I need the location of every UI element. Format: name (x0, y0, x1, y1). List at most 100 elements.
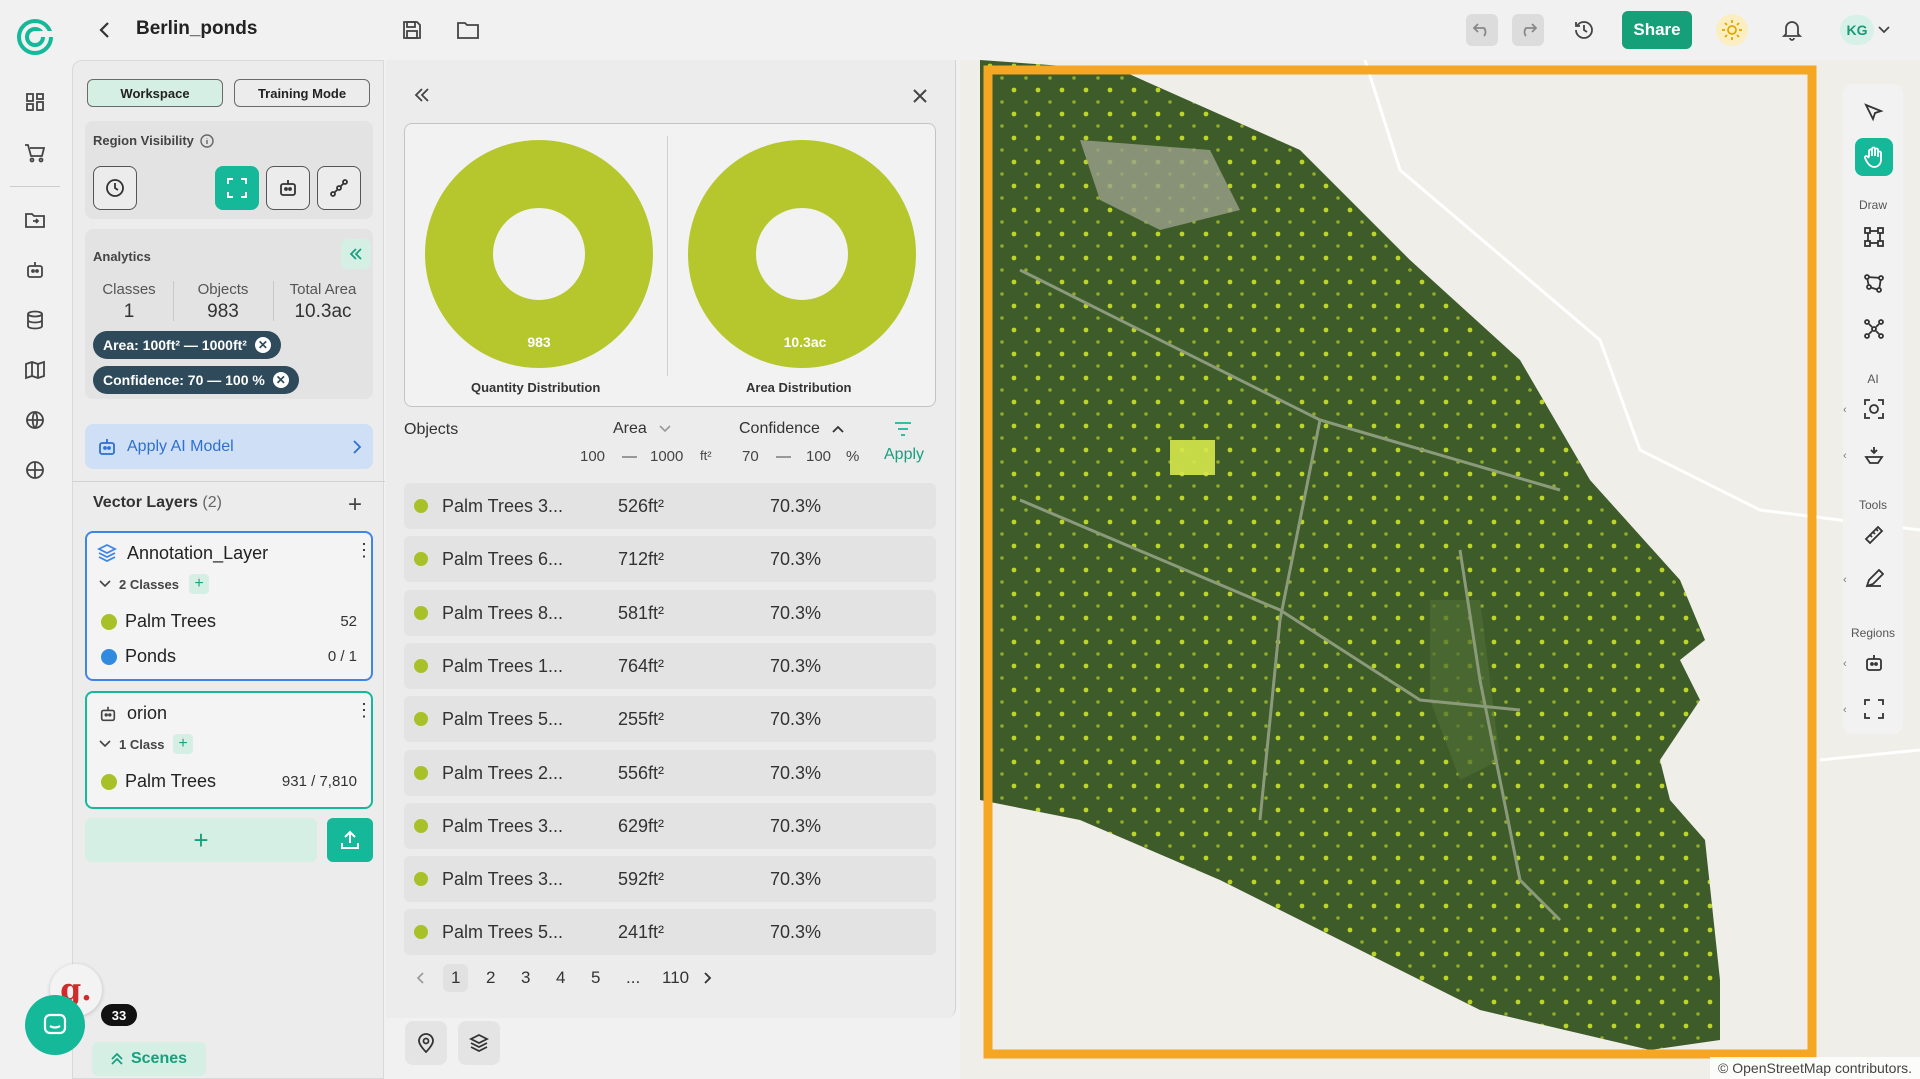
scenes-button[interactable]: Scenes (92, 1042, 206, 1076)
table-row[interactable]: Palm Trees 8... 581ft² 70.3% (404, 589, 936, 636)
add-class-icon[interactable]: + (173, 734, 193, 754)
table-row[interactable]: Palm Trees 2... 556ft² 70.3% (404, 749, 936, 796)
expand-caret-icon[interactable]: ‹ (1843, 450, 1847, 462)
confidence-min-input[interactable]: 70 (742, 448, 759, 465)
pen-button[interactable] (1855, 560, 1893, 598)
upload-button[interactable] (327, 818, 373, 862)
page-link[interactable]: 110 (662, 968, 689, 988)
layer-card-orion[interactable]: orion ⋮ 1 Class + Palm Trees 931 / 7,810 (85, 691, 373, 809)
confidence-max-input[interactable]: 100 (806, 448, 831, 465)
collapse-analytics-icon[interactable] (341, 239, 371, 269)
expand-caret-icon[interactable]: ‹ (1843, 404, 1847, 416)
tab-training-mode[interactable]: Training Mode (234, 79, 370, 107)
back-chevron-icon[interactable] (88, 14, 120, 46)
pan-hand-button[interactable] (1855, 138, 1893, 176)
undo-icon[interactable] (1466, 14, 1498, 46)
visibility-robot-button[interactable] (266, 166, 310, 210)
table-row[interactable]: Palm Trees 1... 764ft² 70.3% (404, 642, 936, 689)
area-min-input[interactable]: 100 (580, 448, 605, 465)
theme-sun-icon[interactable] (1716, 14, 1748, 46)
object-name: Palm Trees 3... (442, 496, 564, 516)
layers-toggle-button[interactable] (458, 1021, 500, 1065)
table-row[interactable]: Palm Trees 3... 526ft² 70.3% (404, 483, 936, 529)
add-class-icon[interactable]: + (189, 574, 209, 594)
app-logo-icon[interactable] (14, 16, 56, 58)
database-icon[interactable] (20, 305, 50, 335)
page-link[interactable]: 5 (591, 968, 600, 988)
expand-caret-icon[interactable]: ‹ (1843, 574, 1847, 586)
table-row[interactable]: Palm Trees 6... 712ft² 70.3% (404, 536, 936, 583)
class-row-ponds[interactable]: Ponds 0 / 1 (101, 646, 357, 667)
chevron-down-icon[interactable] (99, 740, 111, 748)
region-robot-button[interactable] (1855, 644, 1893, 682)
folder-open-icon[interactable] (452, 14, 484, 46)
avatar[interactable]: KG (1840, 15, 1874, 45)
collapse-panel-icon[interactable] (414, 88, 430, 102)
bell-icon[interactable] (1776, 14, 1808, 46)
table-row[interactable]: Palm Trees 5... 255ft² 70.3% (404, 696, 936, 743)
page-link[interactable]: 4 (556, 968, 565, 988)
tab-workspace[interactable]: Workspace (87, 79, 223, 107)
map-canvas[interactable]: © OpenStreetMap contributors. (960, 60, 1920, 1079)
map-icon[interactable] (20, 355, 50, 385)
globe-grid-icon[interactable] (20, 405, 50, 435)
robot-icon[interactable] (20, 255, 50, 285)
ai-segment-button[interactable] (1855, 436, 1893, 474)
draw-rectangle-button[interactable] (1855, 218, 1893, 256)
remove-filter-icon[interactable]: ✕ (254, 337, 271, 353)
measure-button[interactable] (1855, 516, 1893, 554)
expand-caret-icon[interactable]: ‹ (1843, 704, 1847, 716)
column-confidence-sort[interactable]: Confidence (739, 420, 844, 438)
region-fullscreen-button[interactable] (1855, 690, 1893, 728)
filter-icon[interactable] (894, 422, 912, 436)
table-row[interactable]: Palm Trees 5... 241ft² 70.3% (404, 909, 936, 956)
filter-chip-area[interactable]: Area: 100ft² — 1000ft² ✕ (93, 331, 281, 359)
page-link[interactable]: 1 (443, 964, 469, 992)
select-pointer-button[interactable] (1855, 94, 1893, 132)
share-button[interactable]: Share (1622, 11, 1692, 49)
table-row[interactable]: Palm Trees 3... 592ft² 70.3% (404, 856, 936, 903)
apply-ai-model-button[interactable]: Apply AI Model (85, 424, 373, 469)
chevron-down-icon[interactable] (1874, 14, 1894, 46)
chevron-down-icon[interactable] (99, 580, 111, 588)
redo-icon[interactable] (1512, 14, 1544, 46)
visibility-fullscreen-button[interactable] (215, 166, 259, 210)
kebab-menu-icon[interactable]: ⋮ (355, 701, 373, 719)
area-max-input[interactable]: 1000 (650, 448, 683, 465)
close-icon[interactable] (912, 88, 928, 104)
column-area-sort[interactable]: Area (613, 420, 671, 438)
cart-icon[interactable] (20, 138, 50, 168)
add-layer-button[interactable]: + (85, 818, 317, 862)
draw-skeleton-button[interactable] (1855, 310, 1893, 348)
kebab-menu-icon[interactable]: ⋮ (355, 541, 373, 559)
layer-card-annotation[interactable]: Annotation_Layer ⋮ 2 Classes + Palm Tree… (85, 531, 373, 681)
remove-filter-icon[interactable]: ✕ (272, 372, 289, 388)
filter-chip-confidence[interactable]: Confidence: 70 — 100 % ✕ (93, 366, 299, 394)
ai-scan-icon (1864, 399, 1884, 419)
add-layer-icon[interactable]: + (348, 491, 362, 519)
quantity-chart-label: Quantity Distribution (471, 380, 601, 395)
history-icon[interactable] (1568, 14, 1600, 46)
page-link[interactable]: ... (626, 968, 640, 988)
visibility-nodes-button[interactable] (317, 166, 361, 210)
ai-detect-button[interactable] (1855, 390, 1893, 428)
page-link[interactable]: 3 (521, 968, 530, 988)
chat-button[interactable] (25, 995, 85, 1055)
world-icon[interactable] (20, 455, 50, 485)
dashboard-icon[interactable] (20, 87, 50, 117)
page-link[interactable]: 2 (486, 968, 495, 988)
class-row-palm-trees[interactable]: Palm Trees 52 (101, 611, 357, 632)
expand-caret-icon[interactable]: ‹ (1843, 658, 1847, 670)
visibility-time-button[interactable] (93, 166, 137, 210)
next-page-icon[interactable] (704, 972, 712, 984)
location-pin-button[interactable] (405, 1021, 447, 1065)
prev-page-icon[interactable] (416, 972, 424, 984)
folder-icon[interactable] (20, 205, 50, 235)
class-row-palm-trees[interactable]: Palm Trees 931 / 7,810 (101, 771, 357, 792)
table-row[interactable]: Palm Trees 3... 629ft² 70.3% (404, 802, 936, 849)
draw-polygon-button[interactable] (1855, 264, 1893, 302)
class-color-dot (101, 613, 117, 630)
area-donut-value: 10.3ac (783, 334, 827, 350)
save-icon[interactable] (396, 14, 428, 46)
apply-filter-button[interactable]: Apply (884, 446, 924, 464)
